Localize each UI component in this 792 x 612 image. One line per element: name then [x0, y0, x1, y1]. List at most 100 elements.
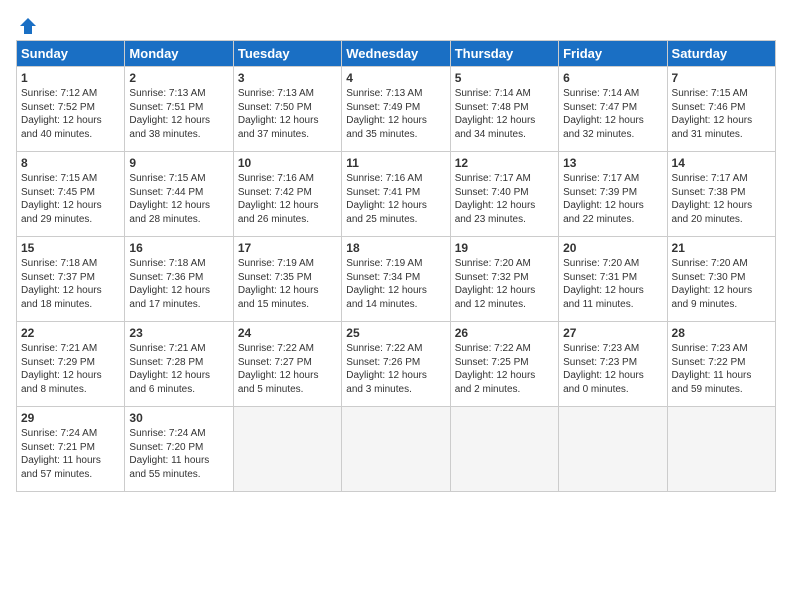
- day-info: Sunrise: 7:15 AM Sunset: 7:46 PM Dayligh…: [672, 87, 771, 141]
- day-info: Sunrise: 7:21 AM Sunset: 7:28 PM Dayligh…: [129, 342, 228, 396]
- day-info: Sunrise: 7:17 AM Sunset: 7:39 PM Dayligh…: [563, 172, 662, 226]
- calendar-cell: [559, 407, 667, 492]
- calendar-cell: 26Sunrise: 7:22 AM Sunset: 7:25 PM Dayli…: [450, 322, 558, 407]
- day-info: Sunrise: 7:19 AM Sunset: 7:35 PM Dayligh…: [238, 257, 337, 311]
- day-info: Sunrise: 7:17 AM Sunset: 7:40 PM Dayligh…: [455, 172, 554, 226]
- day-number: 21: [672, 241, 771, 255]
- logo-icon: [18, 16, 38, 36]
- day-number: 13: [563, 156, 662, 170]
- day-info: Sunrise: 7:15 AM Sunset: 7:45 PM Dayligh…: [21, 172, 120, 226]
- day-number: 12: [455, 156, 554, 170]
- weekday-header-thursday: Thursday: [450, 41, 558, 67]
- weekday-header-friday: Friday: [559, 41, 667, 67]
- calendar-cell: 17 Sunrise: 7:19 AM Sunset: 7:35 PM Dayli…: [233, 237, 341, 322]
- day-info: Sunrise: 7:13 AM Sunset: 7:50 PM Dayligh…: [238, 87, 337, 141]
- day-number: 17: [238, 241, 337, 255]
- calendar-cell: 30Sunrise: 7:24 AM Sunset: 7:20 PM Dayli…: [125, 407, 233, 492]
- calendar-cell: 11 Sunrise: 7:16 AM Sunset: 7:41 PM Dayli…: [342, 152, 450, 237]
- day-info: Sunrise: 7:14 AM Sunset: 7:47 PM Dayligh…: [563, 87, 662, 141]
- calendar-cell: 5Sunrise: 7:14 AM Sunset: 7:48 PM Daylig…: [450, 67, 558, 152]
- day-number: 23: [129, 326, 228, 340]
- day-info: Sunrise: 7:13 AM Sunset: 7:49 PM Dayligh…: [346, 87, 445, 141]
- day-info: Sunrise: 7:22 AM Sunset: 7:25 PM Dayligh…: [455, 342, 554, 396]
- weekday-header-sunday: Sunday: [17, 41, 125, 67]
- day-number: 1: [21, 71, 120, 85]
- calendar-cell: 3 Sunrise: 7:13 AM Sunset: 7:50 PM Daylig…: [233, 67, 341, 152]
- calendar-cell: [667, 407, 775, 492]
- day-number: 5: [455, 71, 554, 85]
- day-number: 9: [129, 156, 228, 170]
- calendar-cell: 23 Sunrise: 7:21 AM Sunset: 7:28 PM Dayli…: [125, 322, 233, 407]
- day-number: 24: [238, 326, 337, 340]
- day-info: Sunrise: 7:19 AM Sunset: 7:34 PM Dayligh…: [346, 257, 445, 311]
- calendar-cell: 12 Sunrise: 7:17 AM Sunset: 7:40 PM Dayli…: [450, 152, 558, 237]
- calendar-week-row: 1 Sunrise: 7:12 AM Sunset: 7:52 PM Daylig…: [17, 67, 776, 152]
- calendar-cell: [233, 407, 341, 492]
- day-info: Sunrise: 7:23 AM Sunset: 7:23 PM Dayligh…: [563, 342, 662, 396]
- day-number: 2: [129, 71, 228, 85]
- day-number: 14: [672, 156, 771, 170]
- calendar-cell: 1 Sunrise: 7:12 AM Sunset: 7:52 PM Daylig…: [17, 67, 125, 152]
- calendar-week-row: 29Sunrise: 7:24 AM Sunset: 7:21 PM Dayli…: [17, 407, 776, 492]
- day-info: Sunrise: 7:18 AM Sunset: 7:36 PM Dayligh…: [129, 257, 228, 311]
- day-info: Sunrise: 7:16 AM Sunset: 7:41 PM Dayligh…: [346, 172, 445, 226]
- day-info: Sunrise: 7:17 AM Sunset: 7:38 PM Dayligh…: [672, 172, 771, 226]
- day-info: Sunrise: 7:24 AM Sunset: 7:20 PM Dayligh…: [129, 427, 228, 481]
- day-number: 11: [346, 156, 445, 170]
- logo: [16, 16, 40, 32]
- day-number: 4: [346, 71, 445, 85]
- day-number: 18: [346, 241, 445, 255]
- calendar-cell: 28Sunrise: 7:23 AM Sunset: 7:22 PM Dayli…: [667, 322, 775, 407]
- calendar-cell: 21 Sunrise: 7:20 AM Sunset: 7:30 PM Dayli…: [667, 237, 775, 322]
- day-info: Sunrise: 7:18 AM Sunset: 7:37 PM Dayligh…: [21, 257, 120, 311]
- day-number: 7: [672, 71, 771, 85]
- calendar-cell: 10 Sunrise: 7:16 AM Sunset: 7:42 PM Dayli…: [233, 152, 341, 237]
- page-header: [16, 16, 776, 32]
- day-info: Sunrise: 7:21 AM Sunset: 7:29 PM Dayligh…: [21, 342, 120, 396]
- day-number: 25: [346, 326, 445, 340]
- day-number: 22: [21, 326, 120, 340]
- calendar-cell: 16 Sunrise: 7:18 AM Sunset: 7:36 PM Dayli…: [125, 237, 233, 322]
- day-info: Sunrise: 7:20 AM Sunset: 7:32 PM Dayligh…: [455, 257, 554, 311]
- calendar-cell: 29Sunrise: 7:24 AM Sunset: 7:21 PM Dayli…: [17, 407, 125, 492]
- day-number: 10: [238, 156, 337, 170]
- day-info: Sunrise: 7:20 AM Sunset: 7:31 PM Dayligh…: [563, 257, 662, 311]
- calendar-cell: [450, 407, 558, 492]
- day-number: 15: [21, 241, 120, 255]
- day-number: 8: [21, 156, 120, 170]
- calendar-cell: 6 Sunrise: 7:14 AM Sunset: 7:47 PM Daylig…: [559, 67, 667, 152]
- day-number: 6: [563, 71, 662, 85]
- day-info: Sunrise: 7:16 AM Sunset: 7:42 PM Dayligh…: [238, 172, 337, 226]
- calendar-cell: 20 Sunrise: 7:20 AM Sunset: 7:31 PM Dayli…: [559, 237, 667, 322]
- calendar-cell: 24 Sunrise: 7:22 AM Sunset: 7:27 PM Dayli…: [233, 322, 341, 407]
- calendar-cell: 2 Sunrise: 7:13 AM Sunset: 7:51 PM Daylig…: [125, 67, 233, 152]
- day-number: 28: [672, 326, 771, 340]
- day-info: Sunrise: 7:15 AM Sunset: 7:44 PM Dayligh…: [129, 172, 228, 226]
- day-info: Sunrise: 7:13 AM Sunset: 7:51 PM Dayligh…: [129, 87, 228, 141]
- weekday-header-tuesday: Tuesday: [233, 41, 341, 67]
- day-number: 27: [563, 326, 662, 340]
- calendar-table: SundayMondayTuesdayWednesdayThursdayFrid…: [16, 40, 776, 492]
- day-number: 19: [455, 241, 554, 255]
- weekday-header-saturday: Saturday: [667, 41, 775, 67]
- calendar-cell: [342, 407, 450, 492]
- calendar-cell: 9 Sunrise: 7:15 AM Sunset: 7:44 PM Daylig…: [125, 152, 233, 237]
- day-info: Sunrise: 7:20 AM Sunset: 7:30 PM Dayligh…: [672, 257, 771, 311]
- calendar-week-row: 22 Sunrise: 7:21 AM Sunset: 7:29 PM Dayli…: [17, 322, 776, 407]
- calendar-cell: 25Sunrise: 7:22 AM Sunset: 7:26 PM Dayli…: [342, 322, 450, 407]
- day-number: 20: [563, 241, 662, 255]
- calendar-cell: 18 Sunrise: 7:19 AM Sunset: 7:34 PM Dayli…: [342, 237, 450, 322]
- calendar-cell: 4 Sunrise: 7:13 AM Sunset: 7:49 PM Daylig…: [342, 67, 450, 152]
- calendar-cell: 15 Sunrise: 7:18 AM Sunset: 7:37 PM Dayli…: [17, 237, 125, 322]
- day-number: 3: [238, 71, 337, 85]
- calendar-cell: 7 Sunrise: 7:15 AM Sunset: 7:46 PM Daylig…: [667, 67, 775, 152]
- weekday-header-wednesday: Wednesday: [342, 41, 450, 67]
- day-info: Sunrise: 7:24 AM Sunset: 7:21 PM Dayligh…: [21, 427, 120, 481]
- day-number: 16: [129, 241, 228, 255]
- day-info: Sunrise: 7:12 AM Sunset: 7:52 PM Dayligh…: [21, 87, 120, 141]
- calendar-cell: 13 Sunrise: 7:17 AM Sunset: 7:39 PM Dayli…: [559, 152, 667, 237]
- calendar-week-row: 8 Sunrise: 7:15 AM Sunset: 7:45 PM Daylig…: [17, 152, 776, 237]
- calendar-cell: 14 Sunrise: 7:17 AM Sunset: 7:38 PM Dayli…: [667, 152, 775, 237]
- day-info: Sunrise: 7:22 AM Sunset: 7:27 PM Dayligh…: [238, 342, 337, 396]
- calendar-cell: 19 Sunrise: 7:20 AM Sunset: 7:32 PM Dayli…: [450, 237, 558, 322]
